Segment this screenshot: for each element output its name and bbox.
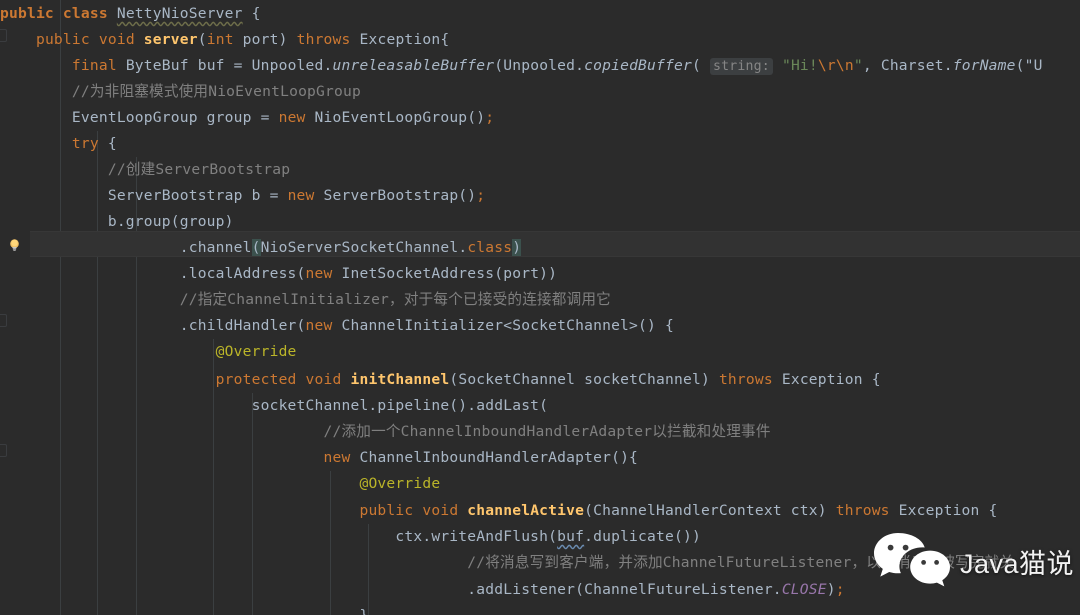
code-line-comment-bootstrap[interactable]: //创建ServerBootstrap [0,157,1080,183]
code-line-comment-writeclient[interactable]: //将消息写到客户端，并添加ChannelFutureListener，以便消息… [0,550,1080,576]
code-line-try[interactable]: try { [0,131,1080,157]
code-line-eventloopgroup[interactable]: EventLoopGroup group = new NioEventLoopG… [0,105,1080,131]
code-line-initchannel[interactable]: protected void initChannel(SocketChannel… [0,367,1080,393]
lightbulb-icon[interactable] [7,236,22,253]
code-line-serverbootstrap[interactable]: ServerBootstrap b = new ServerBootstrap(… [0,183,1080,209]
code-line-server-method[interactable]: public void server(int port) throws Exce… [0,27,1080,53]
code-line-comment-nonblocking[interactable]: //为非阻塞模式使用NioEventLoopGroup [0,79,1080,105]
code-line-channel[interactable]: .channel(NioServerSocketChannel.class) [0,235,1080,261]
code-line-bgroup[interactable]: b.group(group) [0,209,1080,235]
code-line-closing-brace[interactable]: } [0,603,1080,615]
code-line-comment-adapter[interactable]: //添加一个ChannelInboundHandlerAdapter以拦截和处理… [0,419,1080,445]
code-line-bytebuf[interactable]: final ByteBuf buf = Unpooled.unreleasabl… [0,53,1080,79]
code-line-pipeline-addlast[interactable]: socketChannel.pipeline().addLast( [0,393,1080,419]
code-line-new-adapter[interactable]: new ChannelInboundHandlerAdapter(){ [0,445,1080,471]
code-line-override-1[interactable]: @Override [0,339,1080,365]
code-editor[interactable]: public class NettyNioServer { public voi… [0,0,1080,615]
code-line-channelactive[interactable]: public void channelActive(ChannelHandler… [0,498,1080,524]
code-line-childhandler[interactable]: .childHandler(new ChannelInitializer<Soc… [0,313,1080,339]
code-line-localaddress[interactable]: .localAddress(new InetSocketAddress(port… [0,261,1080,287]
code-line-override-2[interactable]: @Override [0,471,1080,497]
code-line-addlistener[interactable]: .addListener(ChannelFutureListener.CLOSE… [0,577,1080,603]
code-line-comment-initializer[interactable]: //指定ChannelInitializer，对于每个已接受的连接都调用它 [0,287,1080,313]
code-surface[interactable]: public class NettyNioServer { public voi… [0,0,1080,615]
code-line-writeandflush[interactable]: ctx.writeAndFlush(buf.duplicate()) [0,524,1080,550]
code-line-class-declaration[interactable]: public class NettyNioServer { [0,1,1080,27]
